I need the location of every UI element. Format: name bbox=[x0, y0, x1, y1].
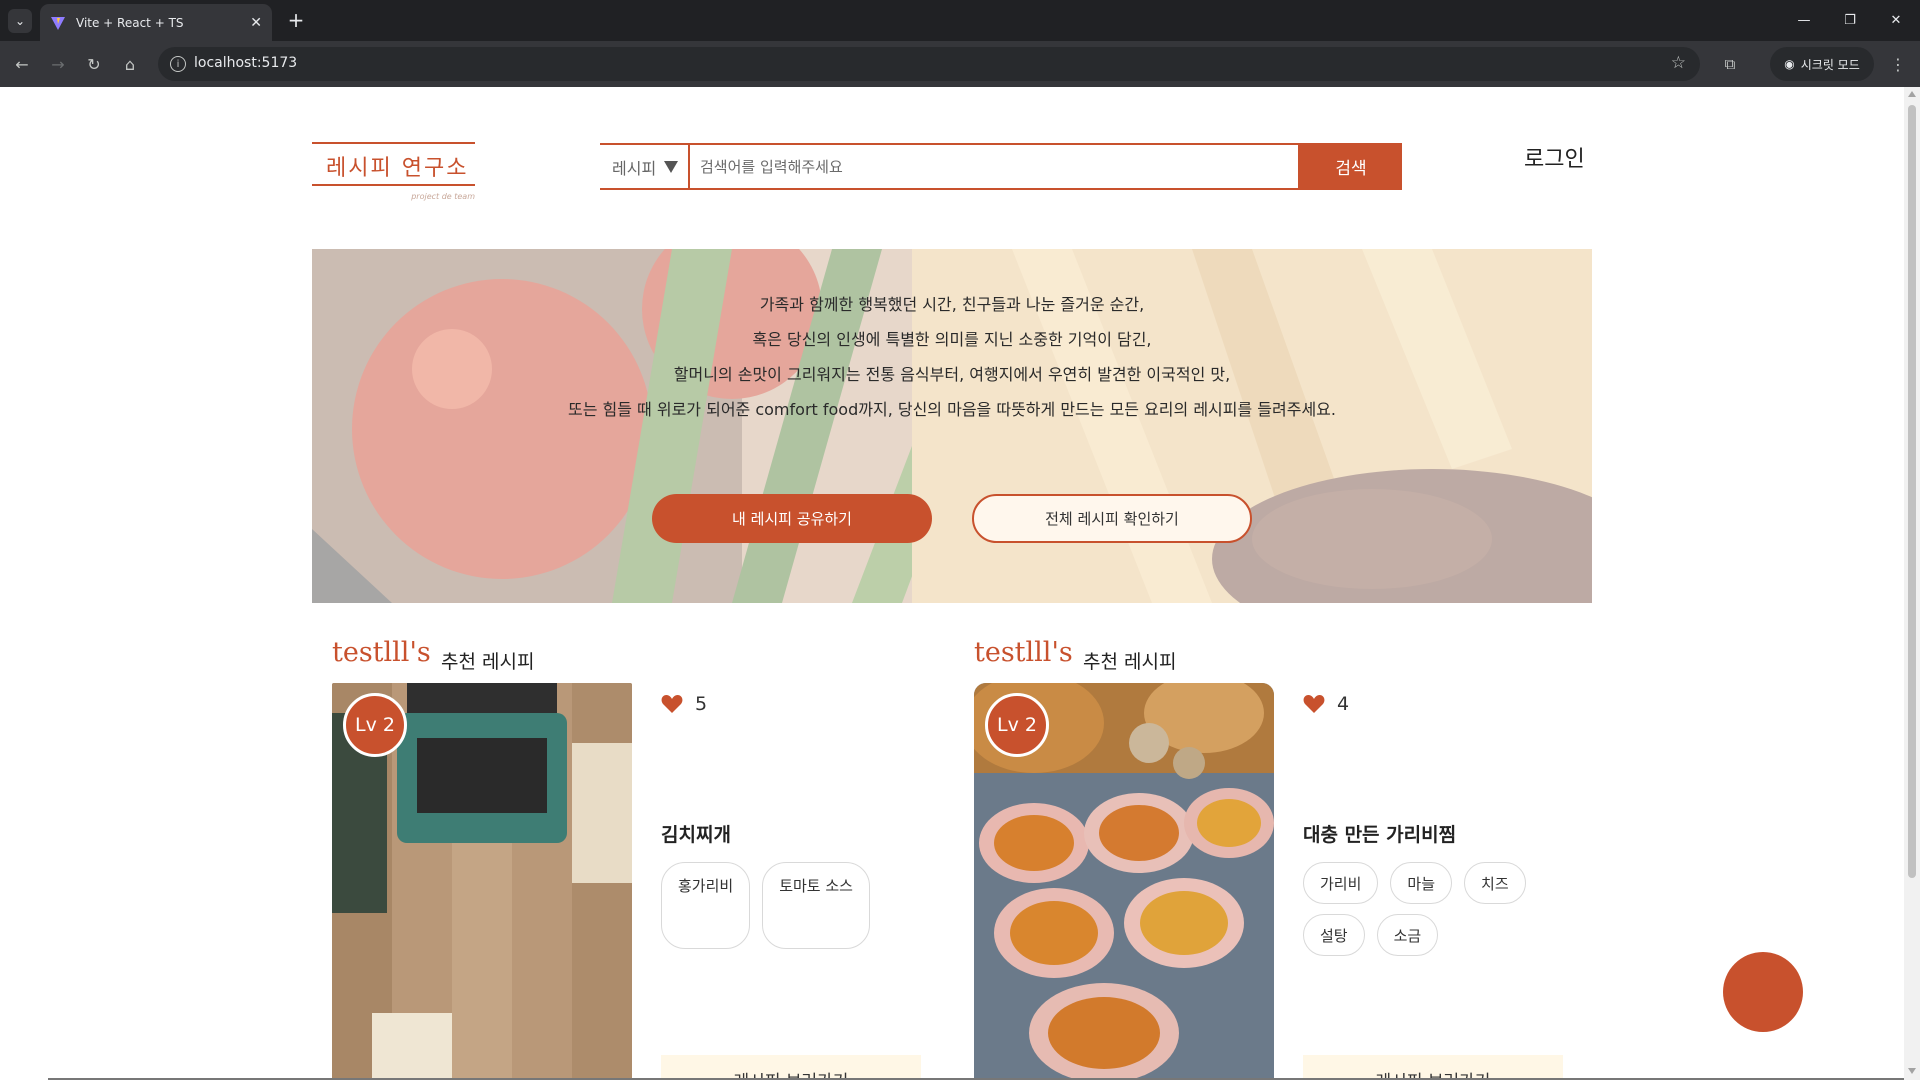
hero-line: 할머니의 손맛이 그리워지는 전통 음식부터, 여행지에서 우연히 발견한 이국… bbox=[673, 365, 1231, 384]
recommendation-heading: 추천 레시피 bbox=[1083, 651, 1177, 673]
like-count[interactable]: 5 bbox=[661, 693, 707, 715]
ingredient-tags: 가리비 마늘 치즈 설탕 소금 bbox=[1303, 862, 1573, 956]
hero-line: 혹은 당신의 인생에 특별한 의미를 지닌 소중한 기억이 담긴, bbox=[752, 330, 1152, 349]
recommendation-card: testlll's 추천 레시피 Lv 2 5 김치찌개 홍가리비 토마토 소스 bbox=[312, 637, 952, 1080]
star-icon[interactable]: ☆ bbox=[1671, 53, 1686, 73]
hero-banner: 가족과 함께한 행복했던 시간, 친구들과 나눈 즐거운 순간, 혹은 당신의 … bbox=[312, 249, 1592, 603]
search-category-label: 레시피 bbox=[612, 158, 657, 178]
hero-description: 가족과 함께한 행복했던 시간, 친구들과 나눈 즐거운 순간, 혹은 당신의 … bbox=[312, 287, 1592, 427]
recommender-name: testlll's bbox=[974, 637, 1073, 668]
like-count[interactable]: 4 bbox=[1303, 693, 1349, 715]
view-all-recipes-button[interactable]: 전체 레시피 확인하기 bbox=[972, 494, 1252, 543]
login-link[interactable]: 로그인 bbox=[1524, 141, 1585, 173]
back-icon[interactable]: ← bbox=[10, 52, 34, 76]
ingredient-tag: 마늘 bbox=[1390, 862, 1453, 904]
ingredient-tag: 설탕 bbox=[1303, 914, 1365, 956]
share-recipe-button[interactable]: 내 레시피 공유하기 bbox=[652, 494, 932, 543]
recipe-title[interactable]: 김치찌개 bbox=[661, 820, 731, 847]
browser-tab-bar: ⌄ Vite + React + TS ✕ + — ❐ ✕ bbox=[0, 0, 1920, 41]
level-badge: Lv 2 bbox=[343, 693, 407, 757]
recommendation-card: testlll's 추천 레시피 Lv 2 4 대충 만든 가리비찜 가리비 마… bbox=[954, 637, 1594, 1080]
incognito-badge[interactable]: ◉ 시크릿 모드 bbox=[1770, 47, 1874, 81]
ingredient-tag: 소금 bbox=[1376, 914, 1439, 956]
browser-toolbar: ← → ↻ ⌂ i localhost:5173 ☆ ⧉ ◉ 시크릿 모드 ⋮ bbox=[0, 41, 1920, 87]
url-text: localhost:5173 bbox=[194, 55, 298, 71]
restore-icon[interactable]: ❐ bbox=[1830, 8, 1870, 32]
hero-line: 가족과 함께한 행복했던 시간, 친구들과 나눈 즐거운 순간, bbox=[759, 295, 1145, 314]
logo-bottom-rule bbox=[312, 184, 475, 186]
logo-tagline: project de team bbox=[411, 192, 475, 201]
heart-icon bbox=[661, 695, 683, 713]
recipe-title[interactable]: 대충 만든 가리비찜 bbox=[1303, 820, 1456, 847]
page-scrollbar[interactable] bbox=[1904, 87, 1920, 1080]
ingredient-tag: 가리비 bbox=[1303, 862, 1379, 904]
ingredient-tags: 홍가리비 토마토 소스 bbox=[661, 862, 931, 949]
info-icon[interactable]: i bbox=[170, 56, 186, 72]
search-category-select[interactable]: 레시피 bbox=[600, 143, 688, 190]
browser-tab[interactable]: Vite + React + TS ✕ bbox=[40, 4, 272, 41]
incognito-icon: ◉ bbox=[1784, 57, 1795, 71]
hero-line: 또는 힘들 때 위로가 되어준 comfort food까지, 당신의 마음을 … bbox=[568, 400, 1336, 419]
scroll-down-icon[interactable] bbox=[1908, 1068, 1916, 1074]
tab-list-icon[interactable]: ⌄ bbox=[8, 9, 32, 33]
tab-title: Vite + React + TS bbox=[76, 15, 184, 30]
like-count-value: 4 bbox=[1337, 693, 1350, 715]
close-window-icon[interactable]: ✕ bbox=[1876, 8, 1916, 32]
search-bar: 레시피 검색 bbox=[600, 143, 1402, 190]
recommender-name: testlll's bbox=[332, 637, 431, 668]
incognito-label: 시크릿 모드 bbox=[1800, 57, 1860, 72]
page-viewport: 레시피 연구소 project de team 레시피 검색 로그인 bbox=[0, 87, 1904, 1080]
view-recipe-button[interactable]: 레시피 보러가기 bbox=[661, 1055, 921, 1080]
ingredient-tag: 홍가리비 bbox=[661, 862, 751, 949]
like-count-value: 5 bbox=[695, 693, 708, 715]
forward-icon[interactable]: → bbox=[46, 52, 70, 76]
ingredient-tag: 토마토 소스 bbox=[762, 862, 870, 949]
search-input[interactable] bbox=[688, 143, 1300, 190]
scroll-up-icon[interactable] bbox=[1908, 91, 1916, 97]
address-bar[interactable]: i localhost:5173 ☆ bbox=[158, 47, 1700, 81]
vite-favicon-icon bbox=[51, 16, 65, 30]
close-icon[interactable]: ✕ bbox=[250, 15, 262, 31]
home-icon[interactable]: ⌂ bbox=[118, 52, 142, 76]
more-icon[interactable]: ⋮ bbox=[1886, 52, 1910, 76]
reload-icon[interactable]: ↻ bbox=[82, 52, 106, 76]
logo-top-rule bbox=[312, 142, 475, 144]
heart-icon bbox=[1303, 695, 1325, 713]
ingredient-tag: 치즈 bbox=[1464, 862, 1526, 904]
logo-text: 레시피 연구소 bbox=[326, 156, 469, 181]
extensions-icon[interactable]: ⧉ bbox=[1718, 52, 1742, 76]
scrollbar-thumb[interactable] bbox=[1908, 105, 1916, 878]
caret-down-icon bbox=[664, 160, 679, 173]
floating-action-button[interactable] bbox=[1723, 952, 1803, 1032]
recommendation-heading: 추천 레시피 bbox=[441, 651, 535, 673]
search-button[interactable]: 검색 bbox=[1300, 143, 1402, 190]
level-badge: Lv 2 bbox=[985, 693, 1049, 757]
site-logo[interactable]: 레시피 연구소 project de team bbox=[312, 142, 475, 208]
minimize-icon[interactable]: — bbox=[1784, 8, 1824, 32]
view-recipe-button[interactable]: 레시피 보러가기 bbox=[1303, 1055, 1563, 1080]
plus-icon[interactable]: + bbox=[284, 8, 308, 32]
